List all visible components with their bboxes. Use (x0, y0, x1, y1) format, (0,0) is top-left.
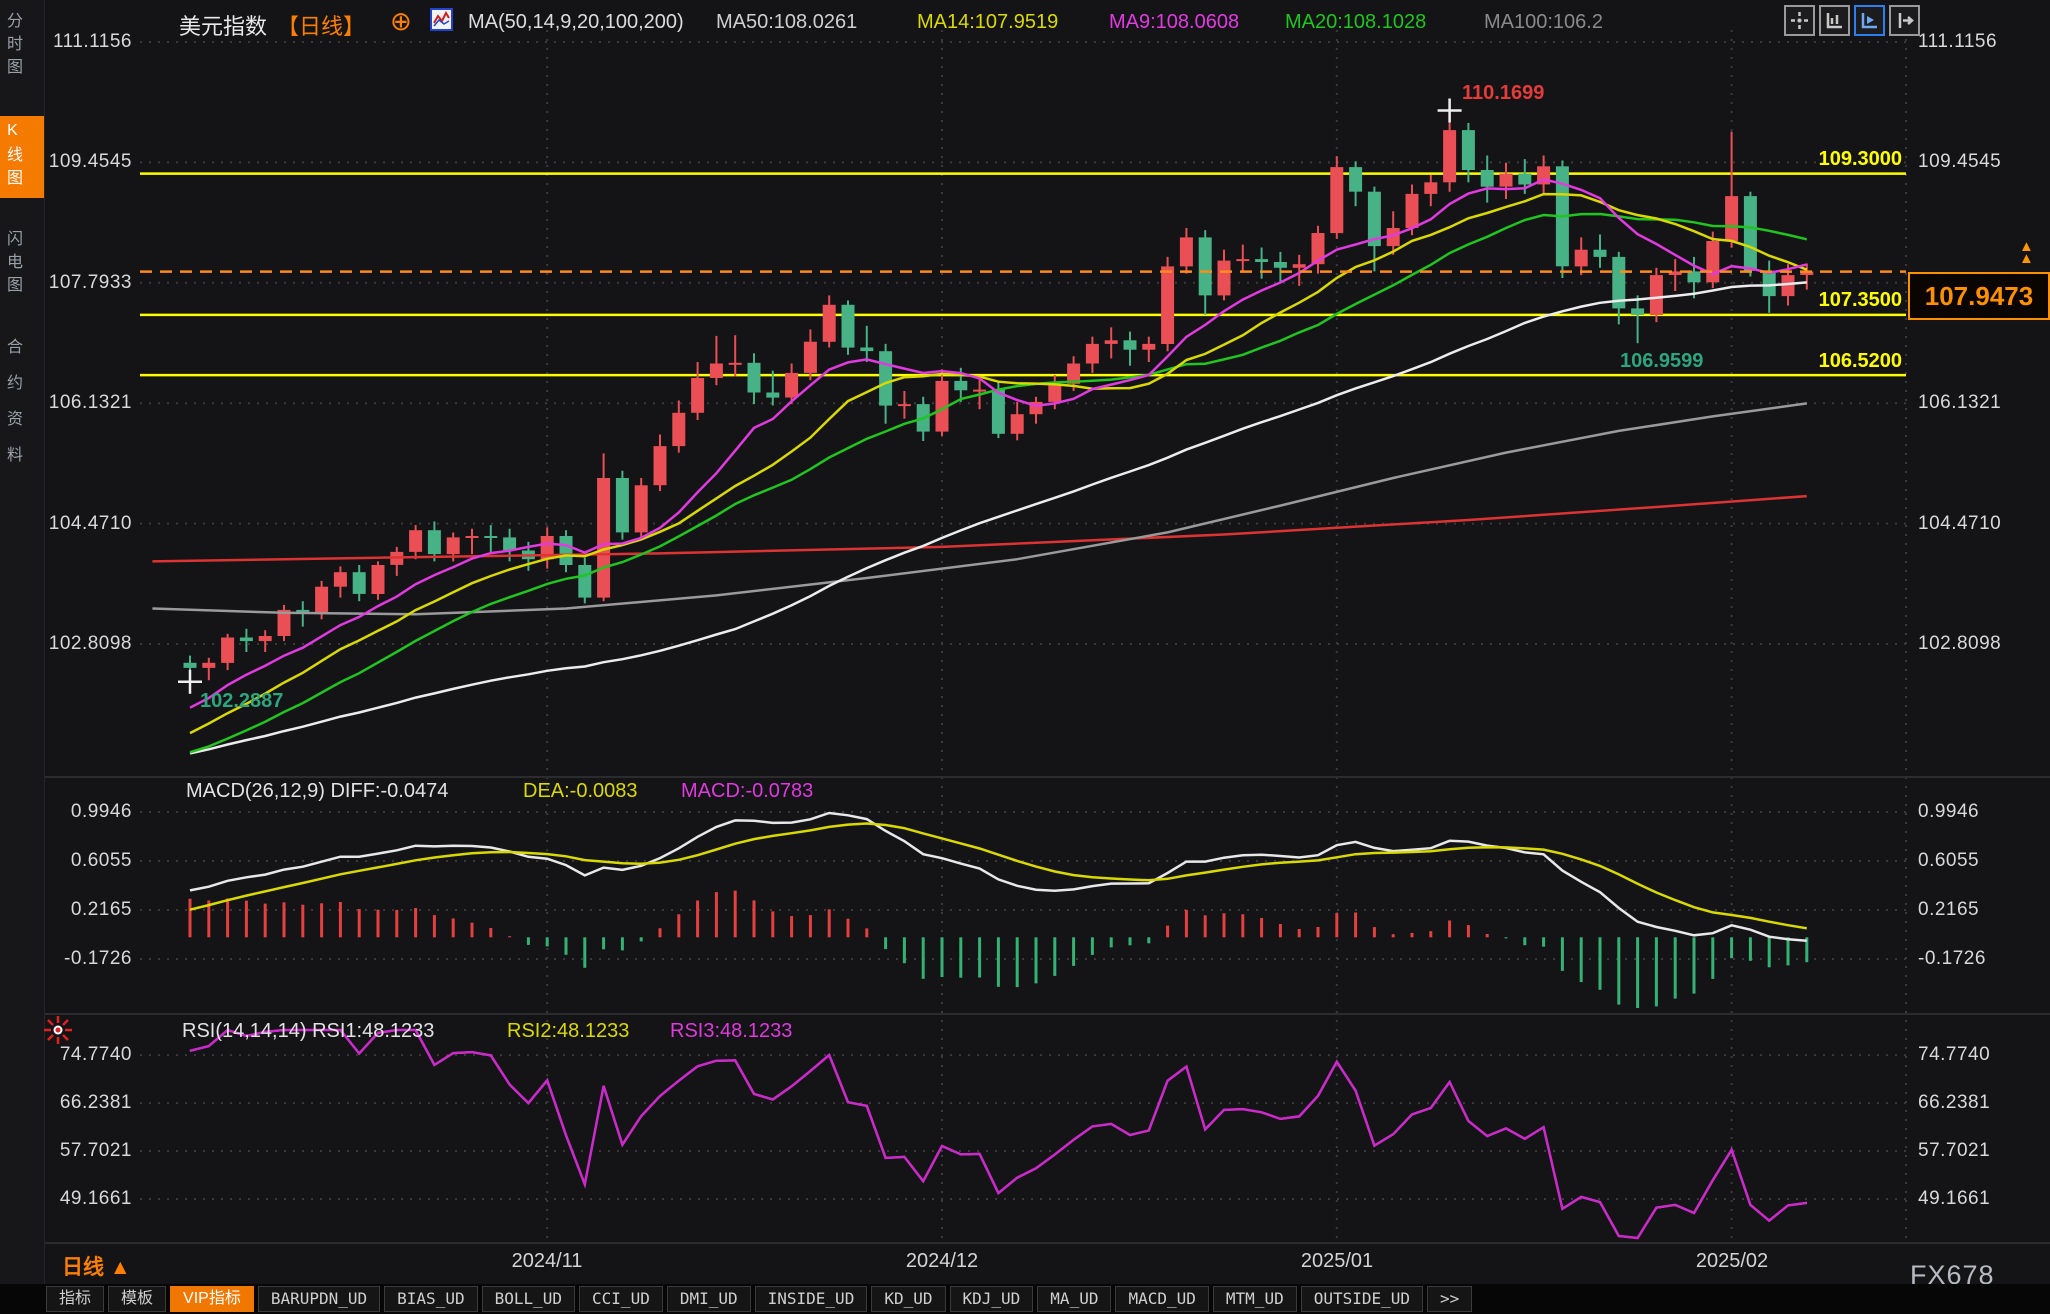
axis-tick: -0.1726 (46, 948, 132, 970)
date-label: 2024/12 (892, 1250, 992, 1273)
axis-tick: 107.7933 (46, 272, 132, 294)
period-selector[interactable]: 日线 ▲ (62, 1251, 131, 1281)
axis-tick: 106.1321 (46, 392, 132, 414)
tab-kd[interactable]: KD_UD (871, 1286, 945, 1312)
axis-tick: 102.8098 (46, 633, 132, 655)
macd-header-dea: DEA:-0.0083 (523, 780, 638, 803)
axis-tick: 0.9946 (46, 801, 132, 823)
current-price-badge: 107.9473 (1908, 272, 2050, 320)
level-label-107.35: 107.3500 (1790, 289, 1902, 312)
ma50-value: MA50:108.0261 (716, 11, 857, 34)
axis-tick: -0.1726 (1918, 948, 2038, 970)
axis-tick: 0.2165 (1918, 899, 2038, 921)
axis-tick: 66.2381 (46, 1092, 132, 1114)
ma-settings-label: MA(50,14,9,20,100,200) (468, 11, 684, 34)
tab-template[interactable]: 模板 (108, 1286, 166, 1312)
rsi-header-rsi1: RSI(14,14,14) RSI1:48.1233 (182, 1020, 434, 1043)
tab-inside[interactable]: INSIDE_UD (755, 1286, 868, 1312)
axis-tick: 57.7021 (1918, 1140, 2038, 1162)
axis-scale-tool-icon[interactable] (1819, 5, 1850, 36)
axis-tick: 111.1156 (1918, 31, 2038, 53)
price-up-arrow-icon: ▲▲ (2019, 241, 2034, 265)
ma14-value: MA14:107.9519 (917, 11, 1058, 34)
date-label: 2025/02 (1682, 1250, 1782, 1273)
rail-tab-contract-info[interactable]: 合约资料 (0, 332, 44, 488)
axis-tick: 109.4545 (46, 151, 132, 173)
ma20-value: MA20:108.1028 (1285, 11, 1426, 34)
date-label: 2024/11 (497, 1250, 597, 1273)
symbol-title: 美元指数 (179, 9, 267, 41)
ma100-value: MA100:106.2 (1484, 11, 1603, 34)
axis-tick: 74.7740 (46, 1044, 132, 1066)
macd-header-macd: MACD:-0.0783 (681, 780, 813, 803)
rsi-header-rsi2: RSI2:48.1233 (507, 1020, 629, 1043)
tab-outside[interactable]: OUTSIDE_UD (1301, 1286, 1423, 1312)
axis-tick: 0.6055 (46, 850, 132, 872)
axis-tick: 106.1321 (1918, 392, 2038, 414)
level-label-106.52: 106.5200 (1790, 350, 1902, 373)
rail-tab-time-chart[interactable]: 分时图 (0, 6, 44, 87)
tab-dmi[interactable]: DMI_UD (667, 1286, 751, 1312)
chart-type-icon[interactable] (430, 7, 453, 37)
indicator-toolbar: 指标 模板 VIP指标 BARUPDN_UD BIAS_UD BOLL_UD C… (0, 1284, 2050, 1314)
date-label: 2025/01 (1287, 1250, 1387, 1273)
add-indicator-icon[interactable]: ⊕ (390, 6, 412, 37)
axis-tick: 104.4710 (46, 513, 132, 535)
axis-tick: 0.6055 (1918, 850, 2038, 872)
axis-tick: 0.9946 (1918, 801, 2038, 823)
tab-indicator[interactable]: 指标 (46, 1286, 104, 1312)
tab-ma[interactable]: MA_UD (1037, 1286, 1111, 1312)
left-rail: 分时图 K线图 闪电图 合约资料 (0, 0, 45, 1284)
axis-tick: 0.2165 (46, 899, 132, 921)
macd-header-diff: MACD(26,12,9) DIFF:-0.0474 (186, 780, 448, 803)
axis-tick: 102.8098 (1918, 633, 2038, 655)
right-edge-tool-icon[interactable] (1889, 5, 1920, 36)
axis-tick: 57.7021 (46, 1140, 132, 1162)
chart-toolbar (1784, 5, 1920, 36)
chart-canvas[interactable] (0, 0, 2050, 1284)
tab-more[interactable]: >> (1427, 1286, 1472, 1312)
high-price-label: 110.1699 (1462, 82, 1544, 105)
low-price-label: 102.2887 (200, 690, 283, 713)
tab-kdj[interactable]: KDJ_UD (950, 1286, 1034, 1312)
axis-tick: 74.7740 (1918, 1044, 2038, 1066)
tab-boll[interactable]: BOLL_UD (482, 1286, 575, 1312)
tab-barupdn[interactable]: BARUPDN_UD (258, 1286, 380, 1312)
low-price-label: 106.9599 (1620, 350, 1703, 373)
axis-tick: 66.2381 (1918, 1092, 2038, 1114)
tab-vip-indicator[interactable]: VIP指标 (170, 1286, 254, 1312)
auto-scale-tool-icon[interactable] (1854, 5, 1885, 36)
axis-tick: 111.1156 (46, 31, 132, 53)
axis-tick: 49.1661 (46, 1188, 132, 1210)
level-label-109.30: 109.3000 (1790, 148, 1902, 171)
axis-tick: 109.4545 (1918, 151, 2038, 173)
ma9-value: MA9:108.0608 (1109, 11, 1239, 34)
move-tool-icon[interactable] (1784, 5, 1815, 36)
tab-bias[interactable]: BIAS_UD (384, 1286, 477, 1312)
tab-macd[interactable]: MACD_UD (1115, 1286, 1208, 1312)
trading-terminal: 分时图 K线图 闪电图 合约资料 美元指数 【日线】 ⊕ MA(50,14,9,… (0, 0, 2050, 1314)
axis-tick: 104.4710 (1918, 513, 2038, 535)
rsi-header-rsi3: RSI3:48.1233 (670, 1020, 792, 1043)
axis-tick: 49.1661 (1918, 1188, 2038, 1210)
rail-tab-lightning-chart[interactable]: 闪电图 (0, 224, 44, 305)
period-tag: 【日线】 (277, 9, 365, 41)
tab-mtm[interactable]: MTM_UD (1213, 1286, 1297, 1312)
rail-tab-kline-chart[interactable]: K线图 (0, 116, 44, 198)
tab-cci[interactable]: CCI_UD (579, 1286, 663, 1312)
